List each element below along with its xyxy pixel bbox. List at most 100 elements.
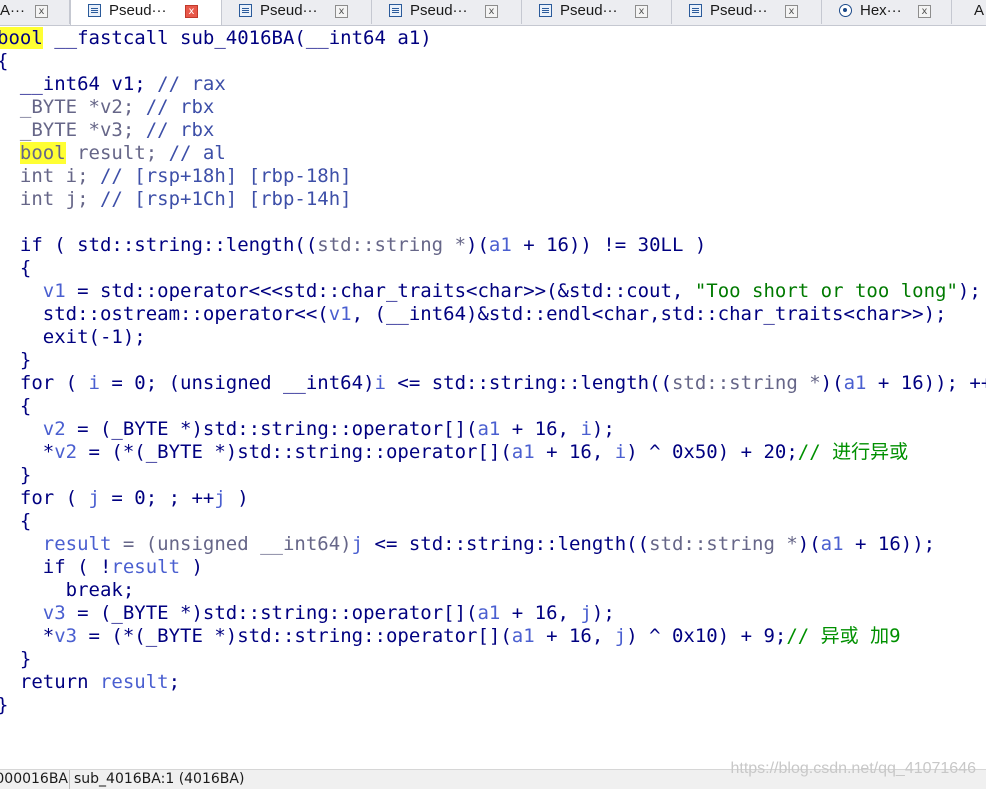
code-line[interactable]: break; xyxy=(0,579,135,602)
code-variable: v3 xyxy=(54,625,78,647)
tab-bar: A··· x Pseud··· x Pseud··· x Pseud··· x … xyxy=(0,0,986,26)
code-variable: result xyxy=(99,671,169,693)
pseudocode-icon xyxy=(689,4,702,17)
code-line[interactable]: exit(-1); xyxy=(0,326,146,349)
code-token: } xyxy=(0,349,32,371)
code-token: <= std::string::length(( xyxy=(363,533,650,555)
code-variable: a1 xyxy=(477,418,501,440)
code-token: ; xyxy=(168,671,181,693)
tab-ida-view[interactable]: A··· x xyxy=(0,0,70,24)
code-token: for ( xyxy=(0,487,89,509)
code-token: = 0; ; ++ xyxy=(99,487,215,509)
tab-label: Pseud··· xyxy=(410,2,468,19)
tab-hex-view[interactable]: Hex··· x xyxy=(822,0,952,24)
close-icon[interactable]: x xyxy=(185,5,198,18)
code-comment: // [rsp+1Ch] [rbp-14h] xyxy=(99,188,352,210)
status-location: sub_4016BA:1 (4016BA) xyxy=(74,771,245,787)
close-icon[interactable]: x xyxy=(635,5,648,18)
code-comment: // 进行异或 xyxy=(797,441,909,463)
code-line[interactable]: { xyxy=(0,50,8,73)
close-icon[interactable]: x xyxy=(785,5,798,18)
code-variable: i xyxy=(614,441,627,463)
close-icon[interactable]: x xyxy=(335,5,348,18)
tab-ida-view-2[interactable]: A xyxy=(952,0,986,24)
code-token: _BYTE *v3; xyxy=(0,119,146,141)
code-token: __fastcall sub_4016BA(__int64 a1) xyxy=(42,27,432,49)
code-token: } xyxy=(0,648,32,670)
code-line[interactable]: v2 = (_BYTE *)std::string::operator[](a1… xyxy=(0,418,615,441)
code-line[interactable]: std::ostream::operator<<(v1, (__int64)&s… xyxy=(0,303,947,326)
code-token: = 0; (unsigned __int64) xyxy=(99,372,375,394)
code-line[interactable]: bool __fastcall sub_4016BA(__int64 a1) xyxy=(0,27,432,50)
code-token: = (*(_BYTE *)std::string::operator[]( xyxy=(77,625,512,647)
tab-pseudocode-4[interactable]: Pseud··· x xyxy=(522,0,672,24)
code-variable: v2 xyxy=(54,441,78,463)
code-line[interactable]: { xyxy=(0,395,31,418)
code-comment: // rax xyxy=(157,73,226,95)
code-line[interactable]: } xyxy=(0,694,8,717)
close-icon[interactable]: x xyxy=(35,5,48,18)
code-line[interactable]: } xyxy=(0,648,31,671)
code-line[interactable]: _BYTE *v2; // rbx xyxy=(0,96,214,119)
code-line[interactable]: return result; xyxy=(0,671,180,694)
code-variable: result xyxy=(42,533,112,555)
code-line[interactable]: v1 = std::operator<<<std::char_traits<ch… xyxy=(0,280,981,303)
tab-label: Pseud··· xyxy=(560,2,618,19)
close-icon[interactable]: x xyxy=(918,5,931,18)
code-token: if ( std::string::length(( xyxy=(0,234,318,256)
code-token: bool xyxy=(0,27,43,49)
code-line[interactable]: _BYTE *v3; // rbx xyxy=(0,119,214,142)
tab-label: Pseud··· xyxy=(710,2,768,19)
code-token: = (_BYTE *)std::string::operator[]( xyxy=(65,418,478,440)
code-comment: // [rsp+18h] [rbp-18h] xyxy=(99,165,352,187)
code-line[interactable]: } xyxy=(0,349,31,372)
code-token: } xyxy=(0,464,32,486)
code-line[interactable]: if ( !result ) xyxy=(0,556,203,579)
hex-view-icon xyxy=(839,4,852,17)
code-token: std::string * xyxy=(671,372,821,394)
tab-pseudocode-3[interactable]: Pseud··· x xyxy=(372,0,522,24)
code-line[interactable]: for ( i = 0; (unsigned __int64)i <= std:… xyxy=(0,372,986,395)
code-line[interactable]: int i; // [rsp+18h] [rbp-18h] xyxy=(0,165,352,188)
pseudocode-icon xyxy=(389,4,402,17)
code-line[interactable]: } xyxy=(0,464,31,487)
code-variable: a1 xyxy=(488,234,512,256)
code-token: = (*(_BYTE *)std::string::operator[]( xyxy=(77,441,512,463)
tab-pseudocode-5[interactable]: Pseud··· x xyxy=(672,0,822,24)
pseudocode-view[interactable]: bool __fastcall sub_4016BA(__int64 a1) {… xyxy=(0,27,986,769)
code-token: if ( ! xyxy=(0,556,112,578)
code-line[interactable]: for ( j = 0; ; ++j ) xyxy=(0,487,249,510)
code-line[interactable]: v3 = (_BYTE *)std::string::operator[](a1… xyxy=(0,602,615,625)
code-token: int j; xyxy=(0,188,100,210)
code-variable: i xyxy=(88,372,100,394)
code-comment: // 异或 加9 xyxy=(786,625,901,647)
code-line[interactable]: bool result; // al xyxy=(0,142,226,165)
close-icon[interactable]: x xyxy=(485,5,498,18)
code-token: ) ^ 0x10) + 9; xyxy=(626,625,787,647)
tab-label: Hex··· xyxy=(860,2,902,19)
code-token: <= std::string::length(( xyxy=(385,372,672,394)
code-variable: j xyxy=(580,602,592,624)
code-line[interactable]: { xyxy=(0,510,31,533)
code-token: * xyxy=(0,625,55,647)
code-token: ); xyxy=(591,602,615,624)
tab-pseudocode-active[interactable]: Pseud··· x xyxy=(70,0,222,25)
tab-label: Pseud··· xyxy=(260,2,318,19)
code-line[interactable]: *v2 = (*(_BYTE *)std::string::operator[]… xyxy=(0,441,908,464)
code-line[interactable]: { xyxy=(0,257,31,280)
code-variable: v1 xyxy=(42,280,66,302)
code-line[interactable]: *v3 = (*(_BYTE *)std::string::operator[]… xyxy=(0,625,901,648)
code-line[interactable]: int j; // [rsp+1Ch] [rbp-14h] xyxy=(0,188,352,211)
code-line[interactable]: result = (unsigned __int64)j <= std::str… xyxy=(0,533,935,556)
tab-pseudocode-2[interactable]: Pseud··· x xyxy=(222,0,372,24)
code-token: { xyxy=(0,395,32,417)
code-line[interactable]: if ( std::string::length((std::string *)… xyxy=(0,234,706,257)
code-token: + 16, xyxy=(500,418,581,440)
code-line[interactable]: __int64 v1; // rax xyxy=(0,73,226,96)
code-token: + 16, xyxy=(534,625,615,647)
watermark: https://blog.csdn.net/qq_41071646 xyxy=(730,760,976,777)
code-token: + 16, xyxy=(500,602,581,624)
